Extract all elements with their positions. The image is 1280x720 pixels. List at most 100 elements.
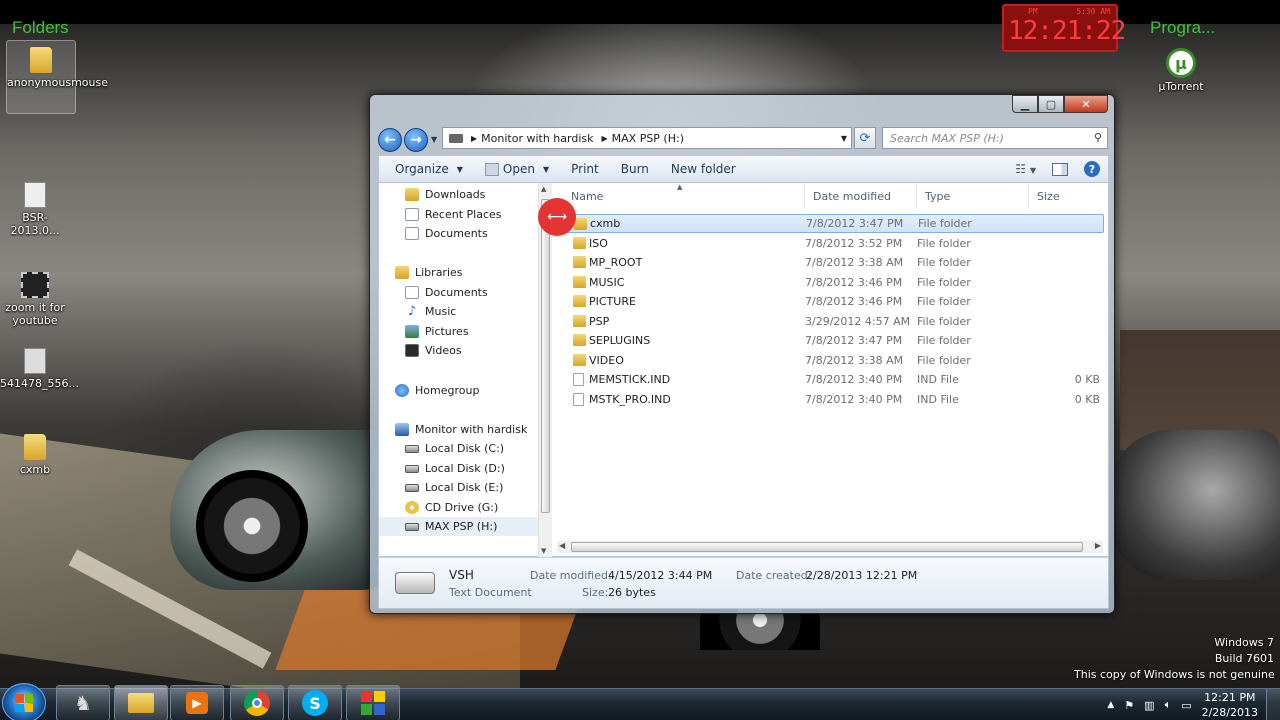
nav-item-homegroup[interactable]: Homegroup <box>395 381 479 400</box>
nav-item-local-disk-c[interactable]: Local Disk (C:) <box>405 439 504 458</box>
minimize-button[interactable]: ▁ <box>1012 95 1038 113</box>
print-button[interactable]: Print <box>571 162 599 176</box>
desktop-icon-utorrent[interactable]: µTorrent <box>1146 80 1216 93</box>
search-input[interactable]: Search MAX PSP (H:) ⚲ <box>882 127 1108 149</box>
scroll-down-icon[interactable]: ▼ <box>541 547 546 555</box>
horizontal-scrollbar[interactable]: ◀ ▶ <box>557 541 1103 553</box>
desktop-icon-bsr[interactable]: BSR-2013.0... <box>0 182 70 237</box>
counter-strike-icon: ♞ <box>74 691 92 715</box>
clock-gadget[interactable]: PM 5:30 AM 12:21:22 <box>1002 4 1126 52</box>
back-button[interactable]: ← <box>378 128 402 152</box>
file-name: ISO <box>589 237 608 250</box>
taskbar-app-counter-strike[interactable]: ♞ <box>56 685 110 720</box>
homegroup-icon <box>395 384 409 397</box>
breadcrumb-computer[interactable]: Monitor with hardisk <box>481 132 593 145</box>
file-row[interactable]: ISO 7/8/2012 3:52 PM File folder <box>561 234 1104 253</box>
address-dropdown-icon[interactable]: ▼ <box>841 134 847 143</box>
file-row[interactable]: MEMSTICK.IND 7/8/2012 3:40 PM IND File 0 KB <box>561 370 1104 389</box>
power-icon[interactable]: ▭ <box>1181 699 1191 712</box>
scroll-up-icon[interactable]: ▲ <box>541 185 546 193</box>
file-date: 7/8/2012 3:40 PM <box>805 393 903 406</box>
search-icon[interactable]: ⚲ <box>1094 131 1102 144</box>
desktop-icon-cxmb[interactable]: cxmb <box>0 434 70 476</box>
folder-icon <box>573 276 586 288</box>
organize-button[interactable]: Organize ▼ <box>395 162 463 176</box>
desktop-icon-541478[interactable]: 541478_556... <box>0 348 79 390</box>
view-options-button[interactable]: ☷ ▼ <box>1015 162 1036 176</box>
scrollbar-thumb[interactable] <box>541 199 550 513</box>
nav-item-documents[interactable]: Documents <box>405 224 488 243</box>
desktop-icon-label: 541478_556... <box>0 377 79 390</box>
volume-icon[interactable]: 🔈︎ <box>1165 698 1172 712</box>
nav-item-library-documents[interactable]: Documents <box>405 283 488 302</box>
action-center-flag-icon[interactable]: ⚑ <box>1124 699 1134 712</box>
new-folder-button[interactable]: New folder <box>671 162 736 176</box>
forward-button[interactable]: → <box>404 128 428 152</box>
taskbar-app-explorer[interactable] <box>114 685 168 720</box>
show-desktop-button[interactable] <box>1266 689 1280 720</box>
nav-item-recent-places[interactable]: Recent Places <box>405 205 502 224</box>
breadcrumb-drive[interactable]: MAX PSP (H:) <box>612 132 684 145</box>
nav-item-local-disk-d[interactable]: Local Disk (D:) <box>405 459 505 478</box>
scrollbar-thumb[interactable] <box>571 542 1083 552</box>
preview-pane-button[interactable] <box>1052 162 1068 176</box>
file-row[interactable]: PICTURE 7/8/2012 3:46 PM File folder <box>561 292 1104 311</box>
taskbar-app-media-player[interactable]: ▶ <box>170 685 224 720</box>
nav-item-downloads[interactable]: Downloads <box>405 185 485 204</box>
desktop-icon-zoomit[interactable]: zoom it for youtube <box>0 272 70 327</box>
start-button[interactable] <box>2 683 46 720</box>
file-row[interactable]: VIDEO 7/8/2012 3:38 AM File folder <box>561 351 1104 370</box>
file-row[interactable]: MUSIC 7/8/2012 3:46 PM File folder <box>561 273 1104 292</box>
file-name: MUSIC <box>589 276 625 289</box>
nav-item-computer[interactable]: Monitor with hardisk <box>395 420 527 439</box>
burn-button[interactable]: Burn <box>621 162 649 176</box>
open-icon <box>484 162 499 176</box>
address-bar[interactable]: ▶ Monitor with hardisk ▶ MAX PSP (H:) ▼ <box>442 127 852 149</box>
recent-pages-dropdown-icon[interactable]: ▼ <box>431 135 437 144</box>
taskbar-clock[interactable]: 12:21 PM 2/28/2013 <box>1202 690 1258 720</box>
taskbar-app-games[interactable] <box>346 685 400 720</box>
maximize-button[interactable]: ▢ <box>1038 95 1064 113</box>
column-header-date[interactable]: Date modified <box>805 183 917 209</box>
nav-item-max-psp-h[interactable]: MAX PSP (H:) <box>379 517 538 536</box>
skype-icon: S <box>302 690 328 716</box>
nav-item-local-disk-e[interactable]: Local Disk (E:) <box>405 478 503 497</box>
column-header-name[interactable]: Name ▲ <box>561 183 805 209</box>
file-row[interactable]: SEPLUGINS 7/8/2012 3:47 PM File folder <box>561 331 1104 350</box>
scroll-right-icon[interactable]: ▶ <box>1095 541 1101 550</box>
network-icon[interactable]: ▥ <box>1144 699 1154 712</box>
utorrent-icon[interactable]: µ <box>1166 48 1196 78</box>
desktop-icon-label: cxmb <box>19 463 51 476</box>
breadcrumb-separator-icon[interactable]: ▶ <box>601 134 607 143</box>
nav-item-libraries[interactable]: Libraries <box>395 263 463 282</box>
file-row[interactable]: PSP 3/29/2012 4:57 AM File folder <box>561 312 1104 331</box>
organize-label: Organize <box>395 162 449 176</box>
column-header-size[interactable]: Size <box>1029 183 1105 209</box>
nav-item-label: Homegroup <box>415 384 480 397</box>
refresh-button[interactable]: ⟳ <box>854 127 876 149</box>
nav-item-label: Local Disk (C:) <box>425 442 505 455</box>
close-button[interactable]: ✕ <box>1064 95 1108 113</box>
nav-item-videos[interactable]: Videos <box>405 341 462 360</box>
show-hidden-icons-icon[interactable]: ▲ <box>1107 700 1114 710</box>
taskbar-app-chrome[interactable] <box>230 685 284 720</box>
column-header-label: Size <box>1037 189 1060 203</box>
column-header-type[interactable]: Type <box>917 183 1029 209</box>
nav-item-cd-drive-g[interactable]: CD Drive (G:) <box>405 498 498 517</box>
file-type: File folder <box>917 256 971 269</box>
nav-item-music[interactable]: ♪ Music <box>405 302 456 321</box>
help-icon[interactable]: ? <box>1084 161 1100 177</box>
file-row[interactable]: MSTK_PRO.IND 7/8/2012 3:40 PM IND File 0 KB <box>561 390 1104 409</box>
nav-item-label: MAX PSP (H:) <box>425 520 498 533</box>
taskbar-app-skype[interactable]: S <box>288 685 342 720</box>
file-row[interactable]: cxmb 7/8/2012 3:47 PM File folder <box>561 214 1104 233</box>
nav-item-label: Local Disk (E:) <box>425 481 504 494</box>
open-button[interactable]: Open ▼ <box>484 162 549 176</box>
navigation-scrollbar[interactable]: ▲ ▼ <box>538 183 552 557</box>
breadcrumb-separator-icon[interactable]: ▶ <box>471 134 477 143</box>
scroll-left-icon[interactable]: ◀ <box>559 541 565 550</box>
nav-item-pictures[interactable]: Pictures <box>405 322 469 341</box>
file-row[interactable]: MP_ROOT 7/8/2012 3:38 AM File folder <box>561 253 1104 272</box>
desktop-icon-anonymousmouse[interactable]: anonymousmouse <box>6 40 108 114</box>
explorer-window[interactable]: ▁ ▢ ✕ ← → ▼ ▶ Monitor with hardisk ▶ MAX… <box>369 94 1115 614</box>
